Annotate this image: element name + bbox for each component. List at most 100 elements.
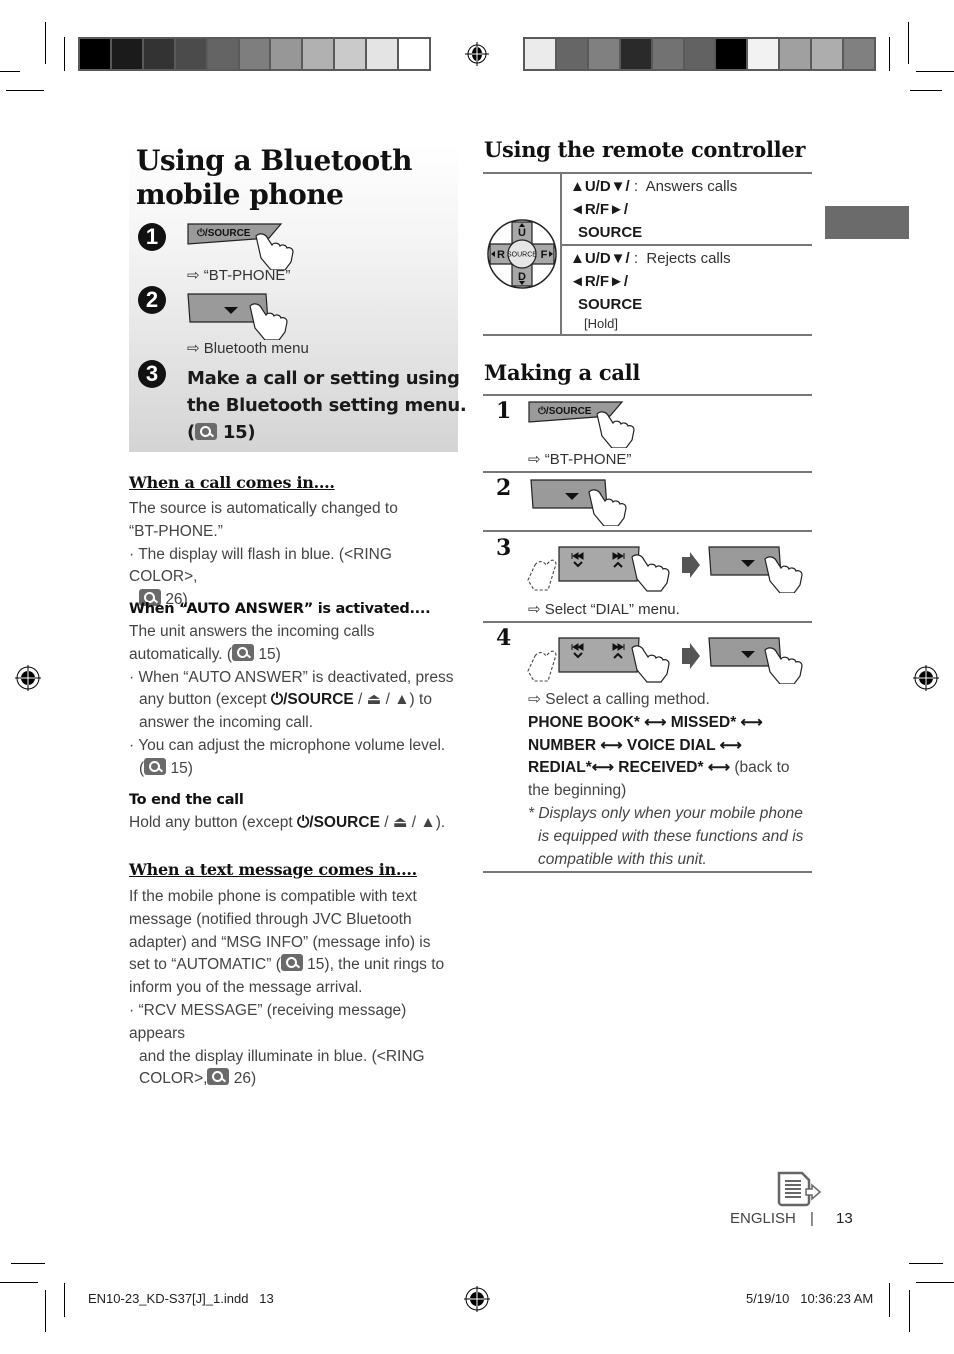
step-number: 1 [496,398,512,424]
page-reference[interactable]: COLOR>, 26) [129,1068,464,1091]
file-slug: EN10-23_KD-S37[J]_1.indd 13 [88,1291,274,1306]
hold-note: [Hold] [584,316,618,331]
section-heading: Using the remote controller [484,137,806,162]
calibration-swatch [175,39,206,69]
remote-keys: SOURCE [578,296,643,313]
magnifier-reference-icon [232,643,255,661]
title-line: mobile phone [136,178,344,211]
text: Hold any button (except [129,814,298,831]
section-heading: When a call comes in.... [129,473,335,492]
calibration-swatch [239,39,270,69]
paragraph-line: If the mobile phone is compatible with t… [129,888,417,905]
section-heading: When a text message comes in.... [129,860,417,879]
paragraph-line: adapter) and “MSG INFO” (message info) i… [129,933,431,951]
down-button-illustration [187,293,288,340]
calibration-swatch [716,39,747,69]
remote-row-reject: ▲U/D▼/ : Rejects calls ◄R/F►/ SOURCE [Ho… [570,247,731,332]
button-label: ⏻/SOURCE [197,228,251,239]
step-result-text: “BT-PHONE” [203,267,291,284]
down-button-illustration [708,546,803,593]
print-timestamp: 5/19/10 10:36:23 AM [746,1291,874,1306]
dpad-up-label: U [518,227,526,239]
grayscale-calibration-bar-left [78,37,431,71]
step-result: ⇨ “BT-PHONE” [528,451,632,468]
step-number: 4 [496,625,512,651]
bullet-item: · When “AUTO ANSWER” is deactivated, pre… [129,668,454,686]
crop-mark [910,90,942,91]
source-key-label: ⏻/SOURCE [297,814,380,831]
step-result-text: Select “DIAL” menu. [544,601,680,618]
bullet-item: · You can adjust the microphone volume l… [129,736,446,754]
remote-keys: ▲U/D▼/ [570,250,630,267]
dpad-left-label: R [497,249,505,261]
step-result-text: Bluetooth menu [203,340,309,357]
crop-mark [889,1283,890,1317]
calibration-swatch [271,39,302,69]
calibration-swatch [844,39,874,69]
crop-mark [45,1290,46,1332]
divider [483,621,812,623]
text: / ⏏ / ▲). [379,814,446,831]
page-reference[interactable]: ( 15) [129,757,459,781]
page-title: Using a Bluetooth mobile phone [136,144,412,212]
crop-mark [64,37,65,71]
bullet-continuation: any button (except ⏻/SOURCE / ⏏ / ▲) to [129,689,459,712]
method-sequence-text: REDIAL*⟷ RECEIVED* ⟷ [528,759,731,777]
calibration-swatch [748,39,779,69]
calibration-swatch [111,39,142,69]
step-result: ⇨ Select “DIAL” menu. [528,601,680,618]
calibration-swatch [684,39,715,69]
registration-mark-icon [465,42,489,66]
next-arrow-icon [682,643,700,669]
calibration-swatch [399,39,429,69]
text: / ⏏ / ▲) to [353,691,432,709]
text: COLOR>, [139,1070,208,1088]
page-ref-number: 15) [222,422,256,443]
step-3-instruction: Make a call or setting using the Bluetoo… [187,365,467,446]
next-arrow-icon [682,552,700,578]
method-sequence-line: NUMBER ⟷ VOICE DIAL ⟷ [528,736,742,754]
divider [483,172,812,174]
calibration-swatch [207,39,238,69]
remote-row-answer: ▲U/D▼/ : Answers calls ◄R/F►/ SOURCE [570,175,737,244]
calibration-swatch [812,39,843,69]
remote-keys: ▲U/D▼/ [570,178,630,195]
text: automatically. ( [129,645,233,663]
step-number: 3 [496,535,512,561]
registration-mark-icon [464,1286,490,1312]
end-call-text: Hold any button (except ⏻/SOURCE / ⏏ / ▲… [129,812,464,835]
source-key-label: ⏻/SOURCE [270,691,354,709]
calibration-swatch [780,39,811,69]
paragraph-line: “BT-PHONE.” [129,522,223,540]
crop-mark [11,1263,45,1264]
page-ref-number: 15) [170,759,193,777]
magnifier-reference-icon [194,423,217,440]
remote-dpad-icon: SOURCE U D R F [487,219,557,289]
remote-keys: ◄R/F►/ [570,201,629,218]
remote-action: Rejects calls [646,250,731,267]
step-result-text: Select a calling method. [545,691,710,708]
dpad-center-label: SOURCE [507,252,537,259]
subsection-heading: When “AUTO ANSWER” is activated.... [129,601,431,617]
dpad-right-label: F [541,249,548,261]
magnifier-reference-icon [207,1068,230,1086]
skip-buttons-illustration [527,637,670,683]
step-result: ⇨ Bluetooth menu [187,340,309,357]
step-result-text: “BT-PHONE” [544,451,632,468]
step-result: ⇨ “BT-PHONE” [187,267,291,284]
method-sequence-line: PHONE BOOK* ⟷ MISSED* ⟷ [528,713,763,731]
page-ref-number: 15) [258,645,281,663]
registration-mark-icon [15,665,41,691]
auto-answer-text: The unit answers the incoming calls auto… [129,621,459,781]
footer-separator: | [810,1210,814,1227]
separator: : [633,250,639,267]
crop-mark [6,90,44,91]
page-reference[interactable]: ( 15) [187,419,466,446]
paragraph-line: message (notified through JVC Bluetooth [129,910,412,928]
step-number: 2 [496,475,512,501]
calibration-swatch [143,39,174,69]
footnote: is equipped with these functions and is [538,827,804,845]
divider [483,871,812,873]
paren: ( [187,422,195,443]
divider [483,530,812,532]
